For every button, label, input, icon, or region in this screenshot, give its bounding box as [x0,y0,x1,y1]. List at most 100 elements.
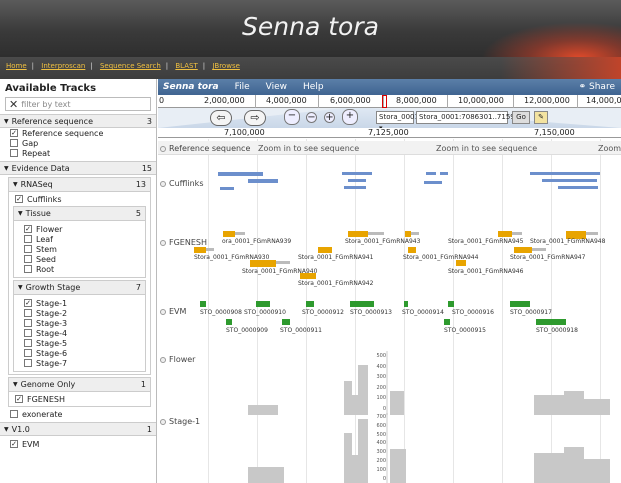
go-button[interactable]: Go [512,111,530,124]
checkbox-icon[interactable] [10,410,18,418]
fgenesh-feature-label: Stora_0001_FGmRNA943 [345,238,421,245]
category-growth-stage[interactable]: ▼ Growth Stage 7 [14,281,145,295]
highlight-icon[interactable]: ✎ [534,111,548,124]
track-root[interactable]: Root [14,264,145,274]
evm-feature-label: STO_0000908 [200,309,242,316]
track-exonerate[interactable]: exonerate [0,409,156,419]
filter-input[interactable]: ✕ filter by text [5,97,151,111]
zoom-out-big-icon[interactable]: − [284,109,300,125]
checkbox-icon[interactable] [24,265,32,273]
checkbox-icon[interactable]: ✓ [24,225,32,233]
menu-file[interactable]: File [227,82,258,92]
category-genome-only[interactable]: ▼ Genome Only 1 [9,378,150,392]
overview-tick: 10,000,000 [458,96,504,105]
nav-home-link[interactable]: Home [6,62,27,70]
checkbox-icon[interactable] [24,329,32,337]
track-seed[interactable]: Seed [14,254,145,264]
category-reference-sequence[interactable]: ▼ Reference sequence 3 [0,114,156,128]
track-stage-6[interactable]: Stage-6 [14,348,145,358]
checkbox-icon[interactable]: ✓ [24,299,32,307]
overview-tick: 12,000,000 [524,96,570,105]
pan-left-icon[interactable]: ⇦ [210,110,232,126]
clear-filter-icon[interactable]: ✕ [6,98,21,111]
share-button[interactable]: ⚭ Share [579,82,621,92]
evm-feature-label: STO_0000913 [350,309,392,316]
fgenesh-feature-label: Stora_0001_FGmRNA940 [242,268,318,275]
genome-browser: Senna tora File View Help ⚭ Share 0 2,00… [158,79,621,483]
cufflinks-features[interactable] [158,169,621,197]
category-rnaseq[interactable]: ▼ RNASeq 13 [9,178,150,192]
checkbox-icon[interactable] [24,359,32,367]
checkbox-icon[interactable] [24,255,32,263]
track-stage-2[interactable]: Stage-2 [14,308,145,318]
checkbox-icon[interactable]: ✓ [10,129,18,137]
checkbox-icon[interactable] [10,139,18,147]
reference-select[interactable]: Stora_0001 ▾ [376,111,419,132]
detail-scale: 7,100,000 7,125,000 7,150,000 [158,128,621,138]
zoom-message: Zoom [598,144,621,153]
overview-tick: 2,000,000 [204,96,245,105]
checkbox-icon[interactable] [10,149,18,157]
growth-stage-group: ▼ Growth Stage 7 ✓ Stage-1 Stage-2 Stage-3 … [13,280,146,372]
checkbox-icon[interactable] [24,235,32,243]
scale-tick: 7,125,000 [368,128,409,137]
track-stage-5[interactable]: Stage-5 [14,338,145,348]
zoom-out-icon[interactable]: − [306,112,317,123]
overview-ruler[interactable]: 0 2,000,000 4,000,000 6,000,000 8,000,00… [158,95,621,108]
track-stage-4[interactable]: Stage-4 [14,328,145,338]
checkbox-icon[interactable] [24,319,32,327]
evm-feature-label: STO_0000918 [536,327,578,334]
checkbox-icon[interactable] [24,339,32,347]
track-flower[interactable]: ✓ Flower [14,224,145,234]
close-track-icon[interactable] [160,145,166,152]
track-fgenesh[interactable]: ✓ FGENESH [9,394,150,404]
menu-help[interactable]: Help [295,82,332,92]
filter-placeholder: filter by text [21,99,71,109]
track-reference-sequence[interactable]: ✓ Reference sequence [0,128,156,138]
track-area[interactable]: Zoom in to see sequence Zoom in to see s… [158,139,621,483]
track-stage-7[interactable]: Stage-7 [14,358,145,368]
track-evm[interactable]: ✓ EVM [0,439,156,449]
checkbox-icon[interactable]: ✓ [10,440,18,448]
track-stage-1[interactable]: ✓ Stage-1 [14,298,145,308]
category-tissue[interactable]: ▼ Tissue 5 [14,207,145,221]
track-gap[interactable]: Gap [0,138,156,148]
navigation-toolbar: ⇦ ⇨ − − + + Stora_0001 ▾ Stora_0001:7086… [158,108,621,132]
overview-tick: 8,000,000 [396,96,437,105]
link-icon: ⚭ [578,82,590,92]
site-title: Senna tora [242,12,379,41]
panel-title: Available Tracks [5,83,97,94]
track-stage-3[interactable]: Stage-3 [14,318,145,328]
zoom-in-icon[interactable]: + [324,112,335,123]
track-stem[interactable]: Stem [14,244,145,254]
fgenesh-feature-label: Stora_0001_FGmRNA942 [298,280,374,287]
category-v1[interactable]: ▼ V1.0 1 [0,422,156,436]
overview-tick: 4,000,000 [266,96,307,105]
track-repeat[interactable]: Repeat [0,148,156,158]
evm-feature-label: STO_0000910 [244,309,286,316]
scale-tick: 7,150,000 [534,128,575,137]
zoom-message: Zoom in to see sequence [258,144,360,153]
checkbox-icon[interactable] [24,309,32,317]
track-label-reference[interactable]: Reference sequence [160,144,257,153]
pan-right-icon[interactable]: ⇨ [244,110,266,126]
nav-sequence-search-link[interactable]: Sequence Search [100,62,161,70]
current-region-marker[interactable] [382,95,387,108]
checkbox-icon[interactable] [24,245,32,253]
track-cufflinks[interactable]: ✓ Cufflinks [9,194,150,204]
checkbox-icon[interactable]: ✓ [15,395,23,403]
checkbox-icon[interactable] [24,349,32,357]
flower-coverage-histogram [248,351,610,415]
tissue-group: ▼ Tissue 5 ✓ Flower Leaf Stem Seed Root [13,206,146,278]
menu-view[interactable]: View [258,82,295,92]
nav-jbrowse-link[interactable]: JBrowse [212,62,240,70]
scale-tick: 7,100,000 [224,128,265,137]
zoom-in-big-icon[interactable]: + [342,109,358,125]
nav-interproscan-link[interactable]: Interproscan [41,62,85,70]
evm-feature-label: STO_0000914 [402,309,444,316]
checkbox-icon[interactable]: ✓ [15,195,23,203]
track-leaf[interactable]: Leaf [14,234,145,244]
location-input[interactable]: Stora_0001:7086301..7159200 [416,111,528,124]
nav-blast-link[interactable]: BLAST [175,62,197,70]
category-evidence-data[interactable]: ▼ Evidence Data 15 [0,161,156,175]
